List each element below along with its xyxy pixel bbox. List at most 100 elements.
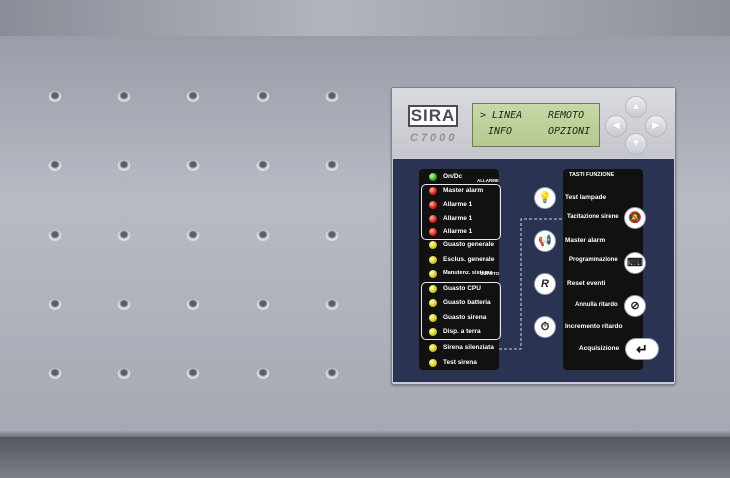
wall-hole — [326, 91, 338, 101]
wall-hole — [49, 160, 61, 170]
megaphone-icon[interactable]: 📢 — [534, 230, 556, 252]
alarm-section-label: ALLARME — [477, 178, 499, 183]
status-label: Manutenz. sistema — [443, 270, 493, 276]
status-label: Test sirena — [443, 359, 477, 366]
wall-hole — [257, 91, 269, 101]
status-label: Guasto generale — [443, 241, 494, 248]
wall-top-band — [0, 0, 730, 36]
status-label: Guasto sirena — [443, 314, 487, 321]
status-led — [429, 228, 437, 236]
status-led — [429, 359, 437, 367]
wall-hole — [49, 299, 61, 309]
wall-hole — [326, 299, 338, 309]
nav-pad: ▲ ◀ ▶ ▼ — [605, 96, 667, 155]
status-label: Sirena silenziata — [443, 344, 494, 351]
function-key-label: Test lampade — [565, 194, 607, 201]
wall-hole — [257, 160, 269, 170]
status-led — [429, 201, 437, 209]
lamp-glyph: 💡 — [538, 192, 552, 204]
wall-hole — [187, 299, 199, 309]
wall-hole — [187, 230, 199, 240]
status-label: Master alarm — [443, 187, 484, 194]
wall-hole — [118, 91, 130, 101]
reset-icon[interactable]: R — [534, 273, 556, 295]
status-led — [429, 299, 437, 307]
function-key-label: Acquisizione — [579, 345, 620, 352]
enter-icon[interactable]: ↵ — [625, 338, 659, 360]
wall-hole — [118, 230, 130, 240]
function-keys-title: TASTI FUNZIONE — [569, 172, 615, 178]
status-label: Guasto CPU — [443, 285, 481, 292]
cancel-delay-glyph: ⊘ — [630, 300, 640, 312]
nav-up-button[interactable]: ▲ — [625, 96, 647, 118]
lcd-display: > LINEA REMOTO INFO OPZIONI — [472, 103, 600, 147]
enter-glyph: ↵ — [636, 341, 648, 357]
keyboard-glyph: ⌨ — [627, 257, 643, 269]
wall-hole — [187, 160, 199, 170]
nav-left-button[interactable]: ◀ — [605, 115, 627, 137]
status-led — [429, 270, 437, 278]
function-key-label: Programmazione — [569, 257, 618, 263]
cancel-delay-icon[interactable]: ⊘ — [624, 295, 646, 317]
wall-hole — [49, 91, 61, 101]
nav-down-button[interactable]: ▼ — [625, 133, 647, 155]
model-label: C7000 — [410, 132, 458, 144]
wall-hole — [118, 299, 130, 309]
wall-hole — [326, 230, 338, 240]
panel-front: ALLARME GUASTO On/Dc Master alarm Allarm… — [393, 159, 674, 382]
status-label: Allarme 1 — [443, 201, 473, 208]
wall-hole — [187, 91, 199, 101]
wall-hole — [326, 160, 338, 170]
increase-delay-glyph: ⏱ — [540, 321, 550, 333]
brand-logo: SIRA — [408, 105, 458, 127]
reset-glyph: R — [541, 278, 549, 290]
wall-hole — [326, 368, 338, 378]
keyboard-icon[interactable]: ⌨ — [624, 252, 646, 274]
status-label: On/Dc — [443, 173, 463, 180]
chevron-up-icon: ▲ — [631, 101, 641, 112]
nav-right-button[interactable]: ▶ — [645, 115, 667, 137]
status-led — [429, 328, 437, 336]
status-led — [429, 187, 437, 195]
control-panel: SIRA C7000 > LINEA REMOTO INFO OPZIONI ▲… — [391, 87, 676, 385]
lcd-line1-right: REMOTO — [548, 110, 585, 121]
wall-hole — [187, 368, 199, 378]
function-key-label: Annulla ritardo — [575, 302, 618, 308]
chevron-left-icon: ◀ — [612, 120, 620, 131]
megaphone-glyph: 📢 — [538, 235, 552, 247]
siren-mute-glyph: 🔕 — [628, 212, 642, 224]
lamp-icon[interactable]: 💡 — [534, 187, 556, 209]
lcd-line2-left: INFO — [488, 126, 513, 137]
status-led — [429, 215, 437, 223]
wall-hole — [49, 230, 61, 240]
chevron-down-icon: ▼ — [631, 138, 641, 149]
wall-hole — [49, 368, 61, 378]
status-led — [429, 344, 437, 352]
function-key-label: Incremento ritardo — [565, 323, 623, 330]
status-label: Allarme 1 — [443, 228, 473, 235]
wall-hole — [257, 299, 269, 309]
increase-delay-icon[interactable]: ⏱ — [534, 316, 556, 338]
lcd-line1-left: > LINEA — [480, 110, 523, 121]
wall-hole — [118, 368, 130, 378]
status-label: Allarme 1 — [443, 215, 473, 222]
status-led — [429, 314, 437, 322]
panel-header: SIRA C7000 > LINEA REMOTO INFO OPZIONI ▲… — [392, 88, 675, 158]
status-label: Guasto batteria — [443, 299, 491, 306]
brand-name: SIRA — [410, 106, 456, 125]
wall-hole — [257, 368, 269, 378]
lcd-line2-right: OPZIONI — [548, 126, 591, 137]
status-led — [429, 241, 437, 249]
function-key-label: Master alarm — [565, 237, 606, 244]
wall-hole — [118, 160, 130, 170]
status-label: Disp. a terra — [443, 328, 481, 335]
function-key-label: Reset eventi — [567, 280, 606, 287]
chevron-right-icon: ▶ — [652, 120, 660, 131]
status-led — [429, 256, 437, 264]
function-key-label: Tacitazione sirene — [567, 214, 619, 220]
wall-bottom-band — [0, 437, 730, 478]
status-label: Esclus. generale — [443, 256, 495, 263]
status-led — [429, 173, 437, 181]
wall-hole — [257, 230, 269, 240]
siren-mute-icon[interactable]: 🔕 — [624, 207, 646, 229]
